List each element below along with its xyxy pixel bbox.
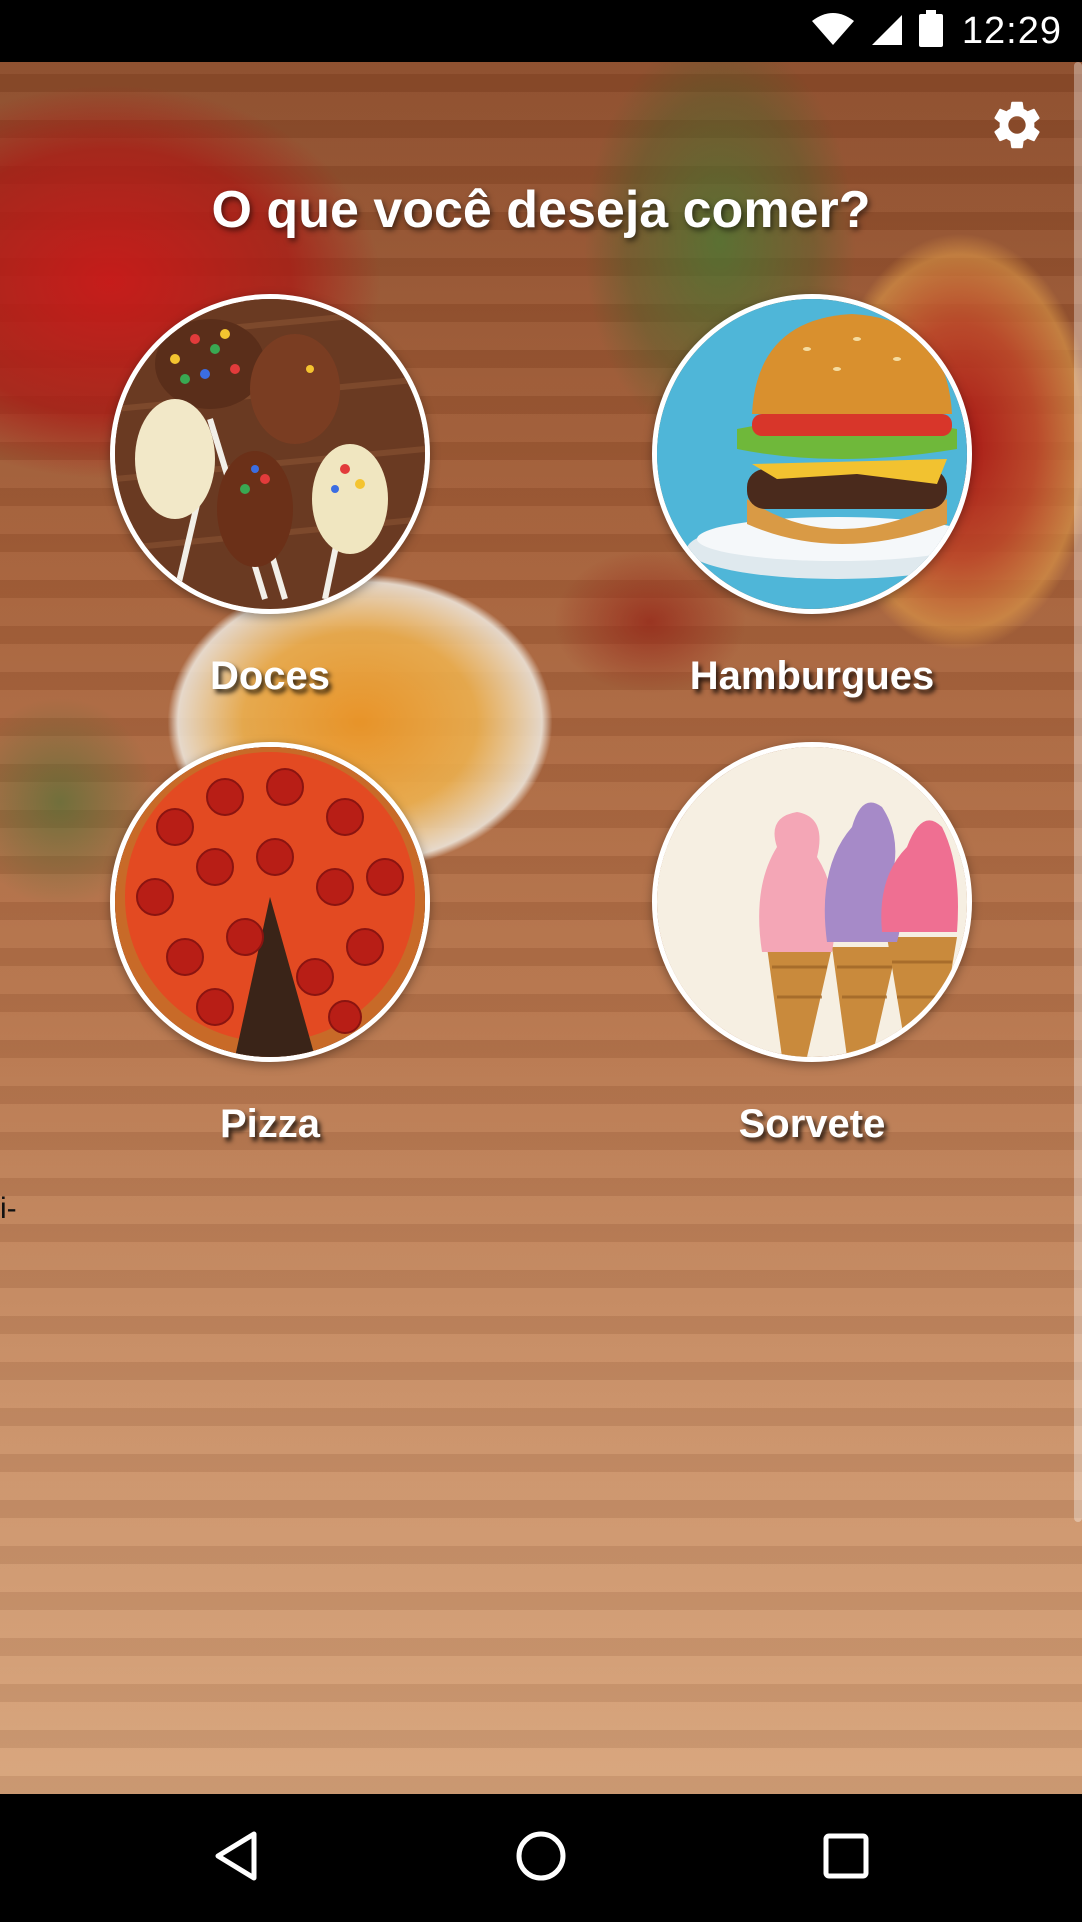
gear-icon — [988, 96, 1046, 159]
wifi-icon — [810, 11, 856, 52]
signal-icon — [870, 11, 904, 52]
back-icon — [212, 1830, 260, 1887]
category-doces[interactable]: Doces — [110, 294, 430, 699]
status-icons: 12:29 — [810, 0, 1062, 62]
pizza-image — [110, 742, 430, 1062]
home-button[interactable] — [501, 1818, 581, 1898]
status-time: 12:29 — [961, 9, 1062, 52]
category-label: Doces — [209, 654, 331, 698]
category-label: Hamburgues — [689, 654, 935, 698]
doces-image — [110, 294, 430, 614]
battery-icon — [918, 9, 944, 53]
hamburgues-image — [652, 294, 972, 614]
back-button[interactable] — [196, 1818, 276, 1898]
scrollbar[interactable] — [1074, 62, 1082, 1522]
page-title: O que você deseja comer? — [211, 181, 871, 239]
settings-button[interactable] — [982, 92, 1052, 162]
category-label: Sorvete — [738, 1102, 886, 1146]
category-hamburgues[interactable]: Hamburgues — [652, 294, 972, 699]
recents-icon — [823, 1833, 869, 1884]
category-sorvete[interactable]: Sorvete — [652, 742, 972, 1147]
sorvete-image — [652, 742, 972, 1062]
app-content: O que você deseja comer? Doces Hamburgue… — [0, 62, 1082, 1794]
navigation-bar — [0, 1794, 1082, 1922]
status-bar: 12:29 — [0, 0, 1082, 62]
stray-text: i- — [0, 1192, 17, 1225]
category-label: Pizza — [219, 1102, 321, 1146]
category-pizza[interactable]: Pizza — [110, 742, 430, 1147]
recents-button[interactable] — [806, 1818, 886, 1898]
home-icon — [514, 1829, 568, 1888]
